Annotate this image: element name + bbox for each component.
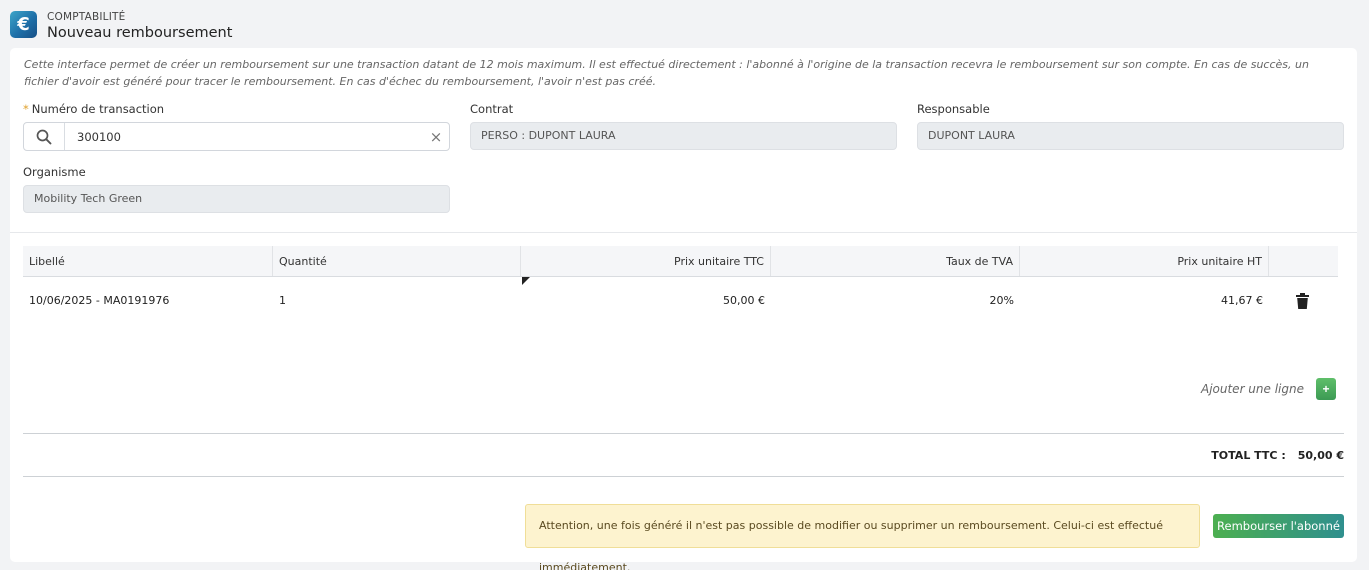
refund-form-card: Cette interface permet de créer un rembo… — [10, 48, 1357, 570]
required-mark: * — [23, 102, 29, 116]
intro-text: Cette interface permet de créer un rembo… — [24, 58, 1309, 88]
add-line-button[interactable]: + — [1316, 378, 1336, 400]
responsable-label: Responsable — [917, 102, 990, 116]
cell-quantite[interactable]: 1 — [273, 294, 521, 307]
warning-banner: Attention, une fois généré il n'est pas … — [525, 504, 1200, 570]
page-header: € COMPTABILITÉ Nouveau remboursement — [10, 9, 232, 43]
cell-prix-ht[interactable]: 41,67 € — [1020, 294, 1269, 307]
trash-icon[interactable] — [1269, 292, 1336, 309]
add-line-row: Ajouter une ligne + — [1201, 378, 1336, 400]
transaction-search-box[interactable]: × — [23, 122, 450, 151]
total-label: TOTAL TTC : — [1211, 449, 1286, 462]
col-prix-ttc[interactable]: Prix unitaire TTC — [521, 246, 771, 276]
clear-icon[interactable]: × — [423, 128, 449, 146]
col-libelle[interactable]: Libellé — [23, 246, 273, 276]
organisme-label: Organisme — [23, 165, 86, 179]
transaction-input[interactable] — [65, 123, 423, 150]
table-row: 10/06/2025 - MA0191976 1 50,00 € 20% 41,… — [23, 277, 1338, 324]
cell-libelle[interactable]: 10/06/2025 - MA0191976 — [23, 294, 273, 307]
resize-handle[interactable] — [522, 277, 530, 285]
col-prix-ht[interactable]: Prix unitaire HT — [1020, 246, 1269, 276]
cell-tva[interactable]: 20% — [771, 294, 1020, 307]
transaction-label: * Numéro de transaction — [23, 102, 165, 116]
page-title: Nouveau remboursement — [47, 25, 233, 41]
search-icon[interactable] — [24, 123, 65, 150]
cell-prix-ttc[interactable]: 50,00 € — [521, 294, 771, 307]
total-ttc: TOTAL TTC : 50,00 € — [1211, 449, 1344, 462]
divider — [10, 232, 1357, 233]
add-line-label[interactable]: Ajouter une ligne — [1201, 382, 1304, 396]
contrat-field: PERSO : DUPONT LAURA — [470, 122, 897, 150]
header-titles: COMPTABILITÉ Nouveau remboursement — [47, 9, 232, 42]
col-quantite[interactable]: Quantité — [273, 246, 521, 276]
euro-icon: € — [10, 11, 37, 38]
total-top-divider — [23, 433, 1344, 434]
responsable-field: DUPONT LAURA — [917, 122, 1344, 150]
contrat-label: Contrat — [470, 102, 514, 116]
total-bottom-divider — [23, 476, 1344, 477]
section-label: COMPTABILITÉ — [47, 11, 126, 23]
refund-subscriber-button[interactable]: Rembourser l'abonné — [1213, 514, 1344, 538]
organisme-field: Mobility Tech Green — [23, 185, 450, 213]
col-actions — [1269, 246, 1336, 276]
refund-lines-table: Libellé Quantité Prix unitaire TTC Taux … — [23, 246, 1338, 324]
table-header: Libellé Quantité Prix unitaire TTC Taux … — [23, 246, 1338, 277]
col-tva[interactable]: Taux de TVA — [771, 246, 1020, 276]
total-value: 50,00 € — [1297, 449, 1344, 462]
